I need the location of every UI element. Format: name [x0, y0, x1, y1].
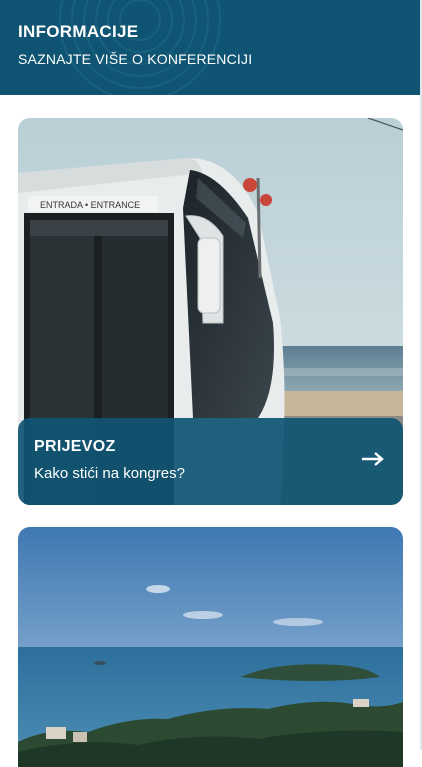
coastal-islands-photo	[18, 527, 403, 767]
page-subtitle: SAZNAJTE VIŠE O KONFERENCIJI	[18, 51, 253, 67]
arrow-right-icon[interactable]	[361, 451, 385, 467]
header: INFORMACIJE SAZNAJTE VIŠE O KONFERENCIJI	[0, 0, 420, 95]
destination-card[interactable]	[18, 527, 403, 767]
card-caption-overlay: PRIJEVOZ Kako stići na kongres?	[18, 418, 403, 505]
bus-sign-text: ENTRADA • ENTRANCE	[40, 200, 140, 210]
decorative-rings-icon	[59, 0, 221, 95]
card-title: PRIJEVOZ	[34, 438, 116, 455]
card-subtitle: Kako stići na kongres?	[34, 465, 185, 482]
transport-card[interactable]: ENTRADA • ENTRANCE PRIJEVOZ Kako stići n…	[18, 118, 403, 505]
page-title: INFORMACIJE	[18, 22, 139, 41]
